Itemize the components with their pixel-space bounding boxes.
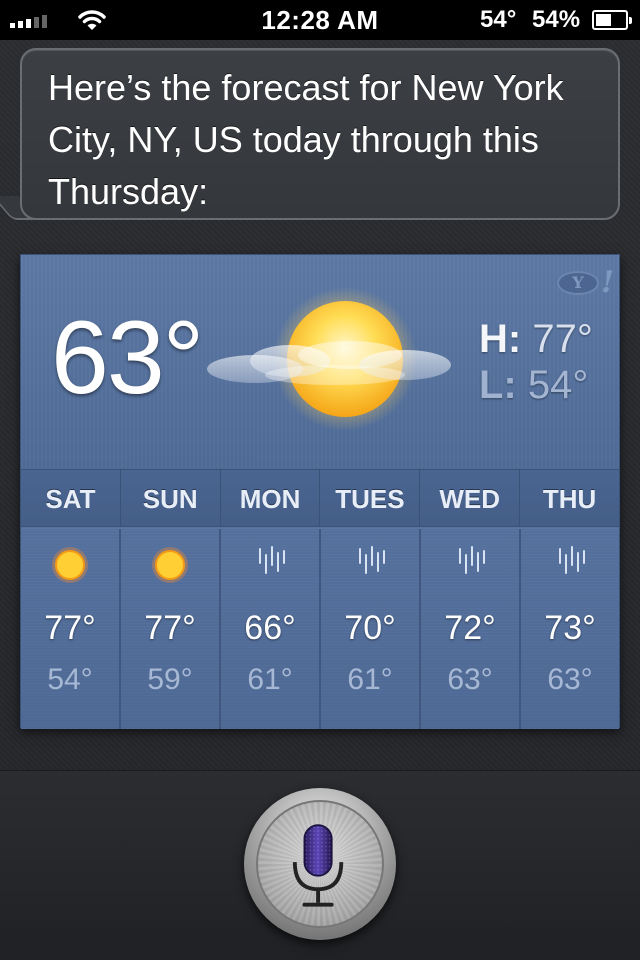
battery-fill (596, 14, 611, 26)
sun-icon (152, 547, 188, 583)
rain-icon (559, 546, 585, 574)
weather-card[interactable]: Y ! 63° H: 77° L: 54° SAT SUN MON TUES W… (20, 254, 620, 729)
forecast-days-row: SAT SUN MON TUES WED THU (21, 469, 619, 527)
forecast-day: 70° 61° (321, 529, 421, 729)
siri-response-text: Here’s the forecast for New York City, N… (48, 67, 564, 212)
forecast-high: 73° (544, 609, 596, 647)
rain-icon (359, 546, 385, 574)
day-label: SAT (21, 470, 121, 526)
forecast-high: 72° (444, 609, 496, 647)
forecast-high: 66° (244, 609, 296, 647)
mic-button-face (256, 800, 384, 928)
low-temperature: L: 54° (479, 363, 588, 408)
forecast-day: 77° 54° (21, 529, 121, 729)
forecast-day: 73° 63° (521, 529, 619, 729)
forecast-low: 61° (247, 663, 293, 696)
forecast-low: 54° (47, 663, 93, 696)
day-label: TUES (320, 470, 421, 526)
day-label: WED (420, 470, 521, 526)
low-value: 54° (527, 363, 589, 407)
sun-icon (52, 547, 88, 583)
forecast-low: 59° (147, 663, 193, 696)
low-label: L: (479, 363, 517, 407)
current-conditions: Y ! 63° H: 77° L: 54° (21, 255, 619, 469)
forecast-low: 61° (347, 663, 393, 696)
high-value: 77° (532, 317, 593, 361)
forecast-day: 72° 63° (421, 529, 521, 729)
rain-icon (459, 546, 485, 574)
day-label: MON (221, 470, 321, 526)
rain-icon (259, 546, 285, 574)
forecast-high: 77° (44, 609, 96, 647)
forecast-low: 63° (547, 663, 593, 696)
forecast-low: 63° (447, 663, 493, 696)
forecast-day: 77° 59° (121, 529, 221, 729)
yahoo-icon[interactable]: Y ! (557, 265, 614, 300)
microphone-icon (292, 824, 344, 907)
high-temperature: H: 77° (479, 317, 593, 362)
forecast-high: 77° (144, 609, 196, 647)
current-temperature: 63° (51, 300, 204, 416)
day-label: SUN (121, 470, 221, 526)
day-label: THU (542, 484, 597, 514)
status-temperature: 54° (480, 6, 517, 33)
forecast-day: 66° 61° (221, 529, 321, 729)
high-label: H: (479, 317, 522, 361)
battery-percent: 54% (532, 6, 581, 33)
partly-sunny-icon (207, 287, 451, 431)
siri-mic-button[interactable] (244, 788, 396, 940)
battery-icon (592, 10, 632, 30)
forecast-high: 70° (344, 609, 396, 647)
status-bar: 12:28 AM 54° 54% (0, 0, 640, 40)
forecast-columns: 77° 54° 77° 59° 66° 61° 70° 61° 72° 63° … (21, 529, 619, 729)
